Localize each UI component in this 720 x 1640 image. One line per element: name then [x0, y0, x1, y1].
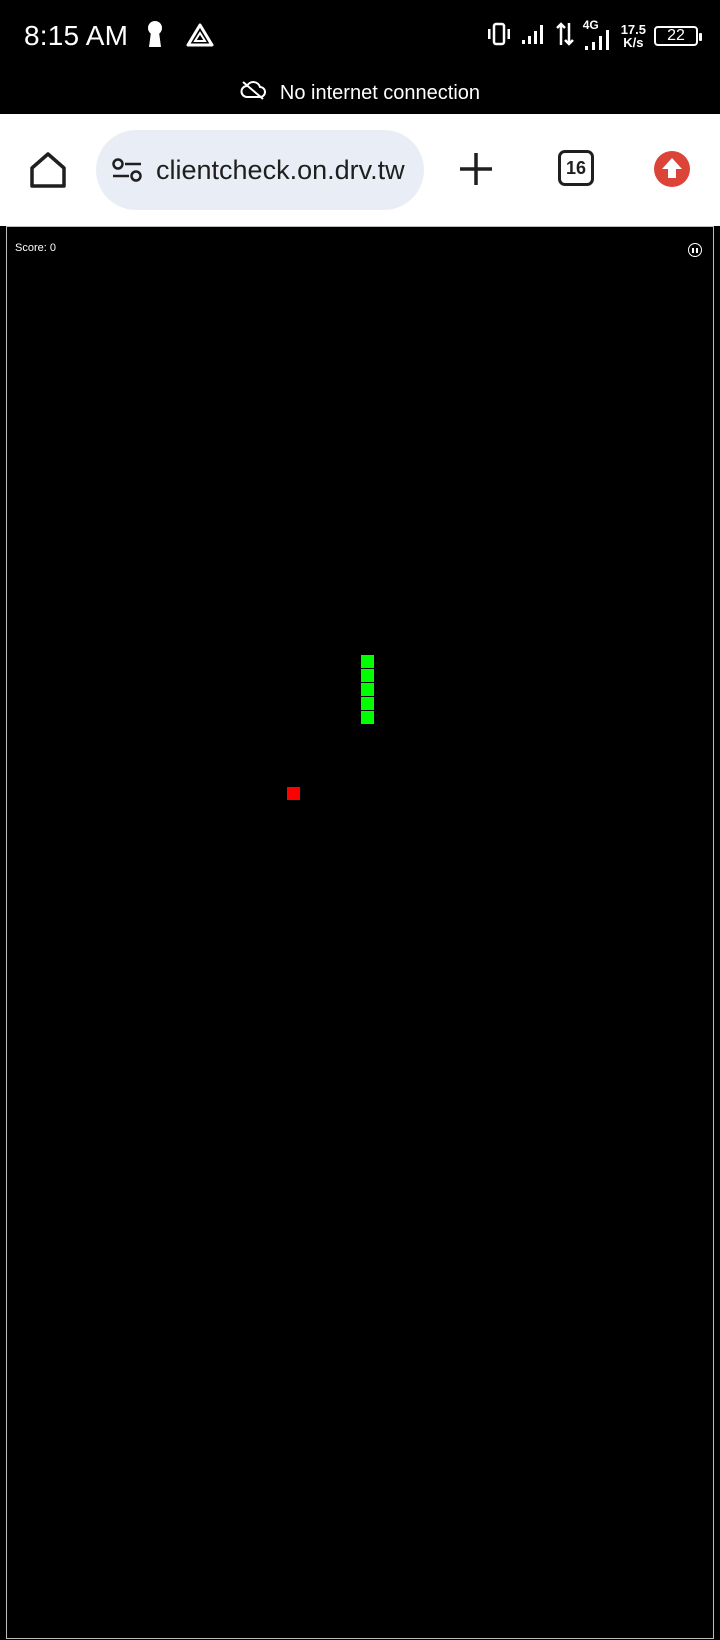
battery-level: 22 — [667, 27, 685, 44]
data-transfer-icon — [555, 21, 575, 52]
plus-icon — [460, 153, 492, 185]
snake-segment — [361, 655, 374, 668]
tabs-button[interactable]: 16 — [558, 150, 594, 186]
signal-icon — [521, 23, 547, 50]
food — [287, 787, 300, 800]
home-button[interactable] — [26, 148, 70, 192]
score-label: Score: — [15, 242, 47, 254]
score-value: 0 — [49, 242, 56, 254]
notice-text: No internet connection — [279, 81, 481, 104]
update-icon — [654, 151, 690, 187]
snake-segment — [361, 669, 374, 682]
update-button[interactable] — [652, 149, 692, 189]
score-display: Score: 0 — [15, 242, 56, 254]
snake-segment — [361, 711, 374, 724]
tab-count: 16 — [565, 157, 587, 178]
battery-icon: 22 — [654, 26, 702, 46]
snake-segment — [361, 697, 374, 710]
url-text[interactable]: clientcheck.on.drv.tw — [156, 155, 405, 186]
vibrate-icon — [485, 22, 513, 51]
status-indicators: 4G 17.5 K/s 22 — [485, 18, 702, 54]
new-tab-button[interactable] — [456, 149, 496, 189]
pause-icon — [692, 247, 694, 253]
browser-toolbar: clientcheck.on.drv.tw 16 — [0, 114, 720, 226]
connectivity-notice: No internet connection — [0, 72, 720, 114]
pause-button[interactable] — [688, 243, 702, 257]
speed-unit: K/s — [623, 35, 644, 50]
tune-icon[interactable] — [110, 153, 144, 187]
address-bar[interactable]: clientcheck.on.drv.tw — [96, 130, 424, 210]
drive-icon — [186, 22, 214, 53]
signal-4g-icon: 4G — [583, 18, 613, 51]
snake-segment — [361, 683, 374, 696]
game-canvas[interactable]: Score: 0 — [6, 226, 714, 1639]
status-bar: 8:15 AM 4G 17.5 K/s 22 — [0, 0, 720, 72]
home-icon — [30, 152, 66, 188]
network-speed: 17.5 K/s — [621, 23, 646, 49]
status-time: 8:15 AM — [24, 20, 129, 51]
keyhole-icon — [146, 20, 164, 53]
cloud-off-icon — [240, 80, 266, 106]
